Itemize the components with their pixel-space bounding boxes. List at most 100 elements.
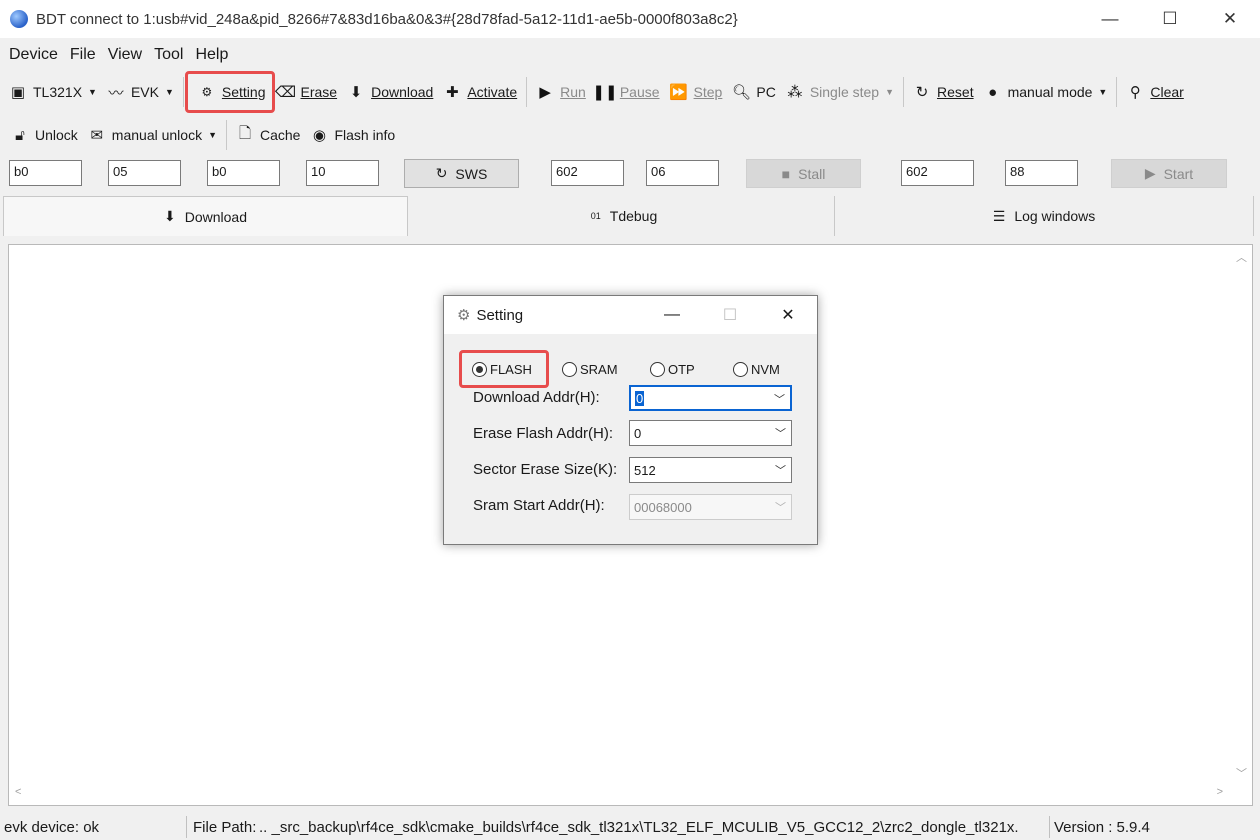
fast-forward-icon: ⏩ (669, 84, 688, 101)
sector-size-combo[interactable]: 512 ﹀ (629, 457, 792, 483)
scroll-left-icon[interactable]: < (15, 786, 21, 798)
single-step-label: Single step (809, 84, 880, 100)
start-button[interactable]: ▶ Start (1111, 159, 1227, 188)
dialog-title-bar: ⚙ Setting — ☐ ✕ (444, 296, 817, 334)
unlock-icon: 🔓︎ (15, 126, 25, 144)
menu-help[interactable]: Help (189, 46, 234, 64)
sector-size-value: 512 (634, 462, 656, 478)
mail-icon: ✉ (90, 127, 104, 144)
register-input-row: b0 05 b0 10 ↻ SWS 602 06 ■ Stall 602 88 … (0, 156, 1260, 194)
file-path-label: File Path: (193, 818, 257, 836)
register-field-3[interactable]: b0 (207, 160, 280, 186)
erase-addr-combo[interactable]: 0 ﹀ (629, 420, 792, 446)
main-toolbar: ▣ TL321X ▼ 〰 EVK ▼ ⚙ Setting ⌫ Erase ⬇ D… (0, 71, 1260, 113)
dialog-close-button[interactable]: ✕ (759, 296, 817, 334)
pc-button[interactable]: 🔍︎ PC (727, 76, 780, 108)
radio-flash[interactable]: FLASH (459, 350, 549, 388)
menu-device[interactable]: Device (3, 46, 64, 64)
scroll-up-icon[interactable]: ︿ (1236, 249, 1247, 265)
register-field-4[interactable]: 10 (306, 160, 379, 186)
chevron-down-icon[interactable]: ﹀ (775, 462, 786, 478)
radio-otp-label: OTP (668, 362, 695, 377)
sws-label: SWS (455, 165, 488, 182)
pause-label: Pause (619, 84, 660, 100)
manual-unlock-button[interactable]: ✉ manual unlock ▼ (83, 119, 222, 151)
reset-button[interactable]: ↻ Reset (908, 76, 979, 108)
sws-button[interactable]: ↻ SWS (404, 159, 519, 188)
window-controls: — ☐ ✕ (1080, 0, 1260, 38)
maximize-button[interactable]: ☐ (1140, 0, 1200, 38)
manual-unlock-label: manual unlock (111, 127, 203, 143)
radio-nvm[interactable]: NVM (733, 362, 780, 377)
mode-icon: ● (988, 83, 998, 101)
unlock-button[interactable]: 🔓︎ Unlock (6, 119, 83, 151)
activate-label: Activate (467, 84, 518, 100)
chevron-down-icon: ▼ (208, 130, 217, 140)
setting-label: Setting (221, 84, 266, 100)
chip-icon: ▣ (10, 84, 26, 101)
erase-label: Erase (300, 84, 338, 100)
erase-addr-value: 0 (634, 425, 642, 441)
scroll-right-icon[interactable]: > (1217, 786, 1223, 798)
radio-sram[interactable]: SRAM (562, 362, 618, 377)
erase-button[interactable]: ⌫ Erase (272, 76, 343, 108)
setting-button[interactable]: ⚙ Setting (184, 71, 275, 113)
secondary-toolbar: 🔓︎ Unlock ✉ manual unlock ▼ 🗋 Cache ◉ Fl… (0, 116, 1260, 154)
search-icon: 🔍︎ (731, 84, 751, 101)
close-button[interactable]: ✕ (1200, 0, 1260, 38)
tab-log-windows-label: Log windows (1014, 208, 1096, 224)
clear-label: Clear (1150, 84, 1184, 100)
step-button[interactable]: ⏩ Step (665, 76, 728, 108)
scroll-down-icon[interactable]: ﹀ (1236, 765, 1247, 781)
chevron-down-icon: ▼ (88, 87, 97, 97)
cache-button[interactable]: 🗋 Cache (231, 119, 305, 151)
register-field-2[interactable]: 05 (108, 160, 181, 186)
chevron-down-icon: ▼ (1098, 87, 1108, 97)
register-field-8[interactable]: 88 (1005, 160, 1078, 186)
stall-button[interactable]: ■ Stall (746, 159, 861, 188)
download-button[interactable]: ⬇ Download (342, 76, 438, 108)
radio-sram-label: SRAM (580, 362, 618, 377)
erase-addr-label: Erase Flash Addr(H): (473, 425, 614, 442)
pause-button[interactable]: ❚❚ Pause (591, 76, 665, 108)
minimize-button[interactable]: — (1080, 0, 1140, 38)
cache-label: Cache (260, 127, 301, 143)
setting-dialog: ⚙ Setting — ☐ ✕ FLASH SRAM OTP NVM Downl… (443, 295, 818, 545)
register-field-7[interactable]: 602 (901, 160, 974, 186)
chevron-down-icon[interactable]: ﹀ (774, 391, 785, 407)
activate-button[interactable]: ✚ Activate (438, 76, 522, 108)
download-addr-combo[interactable]: 0 ﹀ (629, 385, 792, 411)
radio-otp[interactable]: OTP (650, 362, 695, 377)
tab-download[interactable]: ⬇ Download (3, 196, 408, 236)
dialog-minimize-button[interactable]: — (643, 296, 701, 334)
dialog-maximize-button[interactable]: ☐ (701, 296, 759, 334)
menu-tool[interactable]: Tool (148, 46, 189, 64)
clear-button[interactable]: ⚲ Clear (1121, 76, 1188, 108)
pc-label: PC (756, 84, 776, 100)
stop-icon: ■ (781, 165, 791, 182)
run-button[interactable]: ▶ Run (531, 76, 591, 108)
tab-log-windows[interactable]: ☰ Log windows (835, 196, 1254, 236)
manual-mode-button[interactable]: ● manual mode ▼ (979, 76, 1113, 108)
sector-size-label: Sector Erase Size(K): (473, 461, 618, 478)
horizontal-scrollbar[interactable]: < > (9, 783, 1231, 805)
menu-view[interactable]: View (102, 46, 148, 64)
start-label: Start (1163, 165, 1194, 182)
chevron-down-icon[interactable]: ﹀ (775, 425, 786, 441)
tab-tdebug[interactable]: 01 Tdebug (414, 196, 835, 236)
dialog-window-controls: — ☐ ✕ (643, 296, 817, 334)
pause-icon: ❚❚ (592, 84, 618, 101)
run-icon: ▶ (539, 84, 551, 101)
chevron-down-icon: ▼ (164, 87, 174, 97)
board-select-button[interactable]: 〰 EVK ▼ (102, 76, 179, 108)
register-field-1[interactable]: b0 (9, 160, 82, 186)
menu-file[interactable]: File (64, 46, 102, 64)
register-field-6[interactable]: 06 (646, 160, 719, 186)
single-step-button[interactable]: ⁂ Single step ▼ (781, 76, 899, 108)
register-field-5[interactable]: 602 (551, 160, 624, 186)
chip-select-button[interactable]: ▣ TL321X ▼ (4, 76, 102, 108)
vertical-scrollbar[interactable]: ︿ ﹀ (1230, 245, 1252, 785)
flash-info-button[interactable]: ◉ Flash info (305, 119, 400, 151)
radio-selected-icon (472, 361, 487, 377)
stall-label: Stall (798, 165, 826, 182)
